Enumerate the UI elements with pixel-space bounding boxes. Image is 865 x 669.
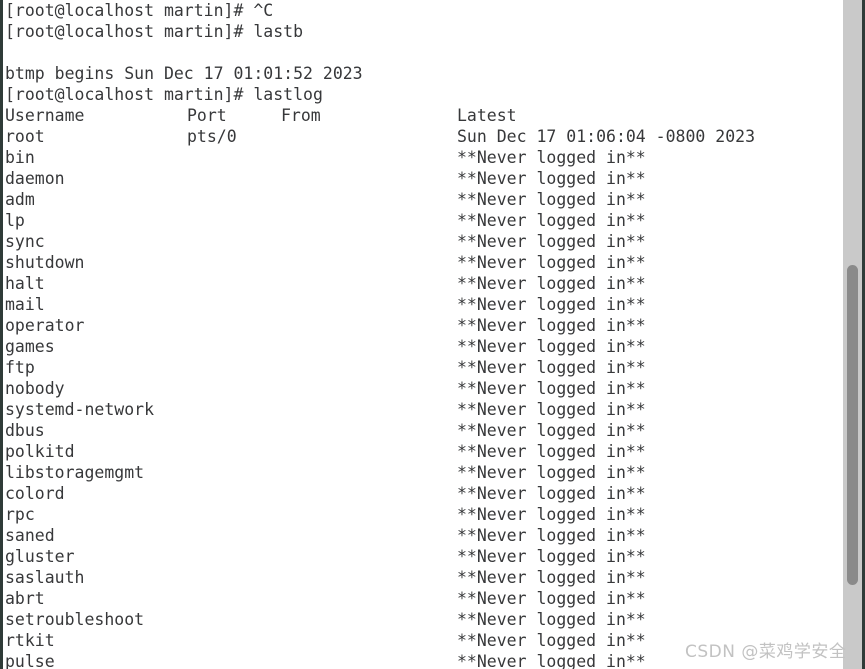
lastlog-row: lp **Never logged in** (5, 210, 843, 231)
row-latest: **Never logged in** (457, 589, 646, 608)
lastlog-row: libstoragemgmt **Never logged in** (5, 462, 843, 483)
terminal-line-text: [root@localhost martin]# ^C (5, 1, 274, 20)
row-latest: **Never logged in** (457, 484, 646, 503)
lastlog-row: abrt **Never logged in** (5, 588, 843, 609)
row-latest: **Never logged in** (457, 631, 646, 650)
lastlog-row: games **Never logged in** (5, 336, 843, 357)
row-username: rtkit (5, 631, 55, 650)
lastlog-row: adm **Never logged in** (5, 189, 843, 210)
scrollbar-thumb[interactable] (847, 265, 858, 585)
row-latest: **Never logged in** (457, 568, 646, 587)
window-left-edge (0, 0, 3, 669)
lastlog-row: colord **Never logged in** (5, 483, 843, 504)
row-latest: **Never logged in** (457, 274, 646, 293)
row-latest: **Never logged in** (457, 337, 646, 356)
header-latest: Latest (457, 106, 517, 125)
terminal-prompt-line: btmp begins Sun Dec 17 01:01:52 2023 (5, 63, 843, 84)
header-from: From (281, 106, 321, 125)
row-username: setroubleshoot (5, 610, 145, 629)
row-username: games (5, 337, 55, 356)
terminal-line-text: [root@localhost martin]# lastlog (5, 85, 323, 104)
row-username: lp (5, 211, 25, 230)
row-username: shutdown (5, 253, 85, 272)
row-port: pts/0 (187, 127, 237, 146)
row-latest: **Never logged in** (457, 547, 646, 566)
lastlog-row: systemd-network **Never logged in** (5, 399, 843, 420)
lastlog-row: sync **Never logged in** (5, 231, 843, 252)
lastlog-row: root pts/0 Sun Dec 17 01:06:04 -0800 2023 (5, 126, 843, 147)
terminal-line-text: btmp begins Sun Dec 17 01:01:52 2023 (5, 64, 363, 83)
row-username: root (5, 127, 45, 146)
row-latest: **Never logged in** (457, 358, 646, 377)
row-username: rpc (5, 505, 35, 524)
terminal-prompt-line: [root@localhost martin]# ^C (5, 0, 843, 21)
header-username: Username (5, 106, 85, 125)
row-latest: **Never logged in** (457, 190, 646, 209)
row-username: systemd-network (5, 400, 155, 419)
row-username: gluster (5, 547, 75, 566)
row-latest: **Never logged in** (457, 316, 646, 335)
lastlog-row: setroubleshoot **Never logged in** (5, 609, 843, 630)
row-latest: **Never logged in** (457, 169, 646, 188)
lastlog-header-row: Username Port From Latest (5, 105, 843, 126)
row-latest: **Never logged in** (457, 148, 646, 167)
row-latest: **Never logged in** (457, 652, 646, 669)
row-latest: **Never logged in** (457, 463, 646, 482)
row-username: polkitd (5, 442, 75, 461)
row-latest: **Never logged in** (457, 442, 646, 461)
row-latest: **Never logged in** (457, 421, 646, 440)
row-username: mail (5, 295, 45, 314)
row-username: ftp (5, 358, 35, 377)
lastlog-row: shutdown **Never logged in** (5, 252, 843, 273)
lastlog-row: pulse **Never logged in** (5, 651, 843, 669)
row-latest: **Never logged in** (457, 253, 646, 272)
row-username: saned (5, 526, 55, 545)
row-username: daemon (5, 169, 65, 188)
lastlog-row: operator **Never logged in** (5, 315, 843, 336)
lastlog-row: rpc **Never logged in** (5, 504, 843, 525)
row-latest: **Never logged in** (457, 610, 646, 629)
row-latest: **Never logged in** (457, 400, 646, 419)
row-latest: **Never logged in** (457, 211, 646, 230)
row-latest: **Never logged in** (457, 505, 646, 524)
row-latest: Sun Dec 17 01:06:04 -0800 2023 (457, 127, 756, 146)
row-username: nobody (5, 379, 65, 398)
row-latest: **Never logged in** (457, 526, 646, 545)
lastlog-row: mail **Never logged in** (5, 294, 843, 315)
row-username: sync (5, 232, 45, 251)
lastlog-row: rtkit **Never logged in** (5, 630, 843, 651)
lastlog-row: bin **Never logged in** (5, 147, 843, 168)
row-username: halt (5, 274, 45, 293)
row-latest: **Never logged in** (457, 295, 646, 314)
lastlog-row: dbus **Never logged in** (5, 420, 843, 441)
row-username: pulse (5, 652, 55, 669)
lastlog-row: halt **Never logged in** (5, 273, 843, 294)
row-username: libstoragemgmt (5, 463, 145, 482)
lastlog-row: polkitd **Never logged in** (5, 441, 843, 462)
row-username: bin (5, 148, 35, 167)
row-username: abrt (5, 589, 45, 608)
lastlog-row: saslauth **Never logged in** (5, 567, 843, 588)
header-port: Port (187, 106, 227, 125)
row-latest: **Never logged in** (457, 379, 646, 398)
terminal-prompt-line: [root@localhost martin]# lastlog (5, 84, 843, 105)
vertical-scrollbar[interactable] (843, 0, 862, 669)
row-latest: **Never logged in** (457, 232, 646, 251)
lastlog-row: nobody **Never logged in** (5, 378, 843, 399)
terminal-prompt-line: [root@localhost martin]# lastb (5, 21, 843, 42)
terminal-output[interactable]: [root@localhost martin]# ^C [root@localho… (5, 0, 843, 669)
row-username: operator (5, 316, 85, 335)
lastlog-row: gluster **Never logged in** (5, 546, 843, 567)
lastlog-row: saned **Never logged in** (5, 525, 843, 546)
row-username: adm (5, 190, 35, 209)
terminal-window: [root@localhost martin]# ^C [root@localho… (0, 0, 865, 669)
lastlog-row: daemon **Never logged in** (5, 168, 843, 189)
lastlog-row: ftp **Never logged in** (5, 357, 843, 378)
terminal-line-text: [root@localhost martin]# lastb (5, 22, 304, 41)
row-username: colord (5, 484, 65, 503)
row-username: saslauth (5, 568, 85, 587)
row-username: dbus (5, 421, 45, 440)
